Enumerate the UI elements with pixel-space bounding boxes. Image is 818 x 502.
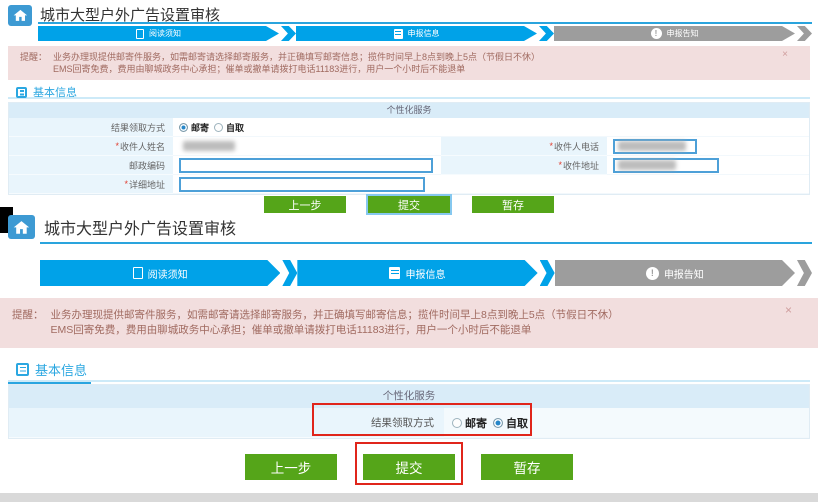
radio-mail-button[interactable] <box>452 418 462 428</box>
step-label: 申报信息 <box>408 28 440 39</box>
step-item-declare-info[interactable]: 申报信息 <box>296 26 554 41</box>
save-draft-button[interactable]: 暂存 <box>481 454 573 480</box>
notice-banner: 提醒： 业务办理现提供邮寄件服务，如需邮寄请选择邮寄服务，并正确填写邮寄信息；揽… <box>0 298 818 348</box>
notice-line-2: EMS回寄免费，费用由聊城政务中心承担；催单或撤单请拨打电话11183进行，用户… <box>51 323 619 338</box>
step-item-declare-notify[interactable]: ! 申报告知 <box>555 260 812 286</box>
basic-info-section-header: 基本信息 <box>8 84 810 99</box>
prev-step-button[interactable]: 上一步 <box>245 454 337 480</box>
radio-mail-option[interactable]: 邮寄 <box>452 415 487 431</box>
title-underline <box>38 22 812 24</box>
notice-line-1: 业务办理现提供邮寄件服务，如需邮寄请选择邮寄服务，并正确填写邮寄信息；揽件时间早… <box>53 51 540 63</box>
recipient-phone-cell <box>607 137 809 156</box>
panel-top-screenshot: 城市大型户外广告设置审核 阅读须知 申报信息 !申报告知 提醒： 业务办理现提供… <box>0 0 818 207</box>
step-label: 申报告知 <box>664 266 704 281</box>
step-label: 申报告知 <box>667 28 699 39</box>
chevron-right-icon <box>539 26 554 41</box>
step-item-read-notice[interactable]: 阅读须知 <box>40 260 297 286</box>
field-label-recipient-name: *收件人姓名 <box>9 137 173 156</box>
result-method-options: 邮寄 自取 <box>444 408 809 438</box>
house-glyph <box>12 8 29 23</box>
blurred-value <box>618 160 676 170</box>
notice-line-1: 业务办理现提供邮寄件服务，如需邮寄请选择邮寄服务，并正确填写邮寄信息；揽件时间早… <box>51 308 619 323</box>
radio-mail-option[interactable]: 邮寄 <box>179 121 209 134</box>
notice-line-2: EMS回寄免费，费用由聊城政务中心承担；催单或撤单请拨打电话11183进行，用户… <box>53 63 540 75</box>
basic-info-table: 个性化服务 结果领取方式 邮寄 自取 *收件人姓名 *收件人电话 邮政编码 *收… <box>8 102 810 195</box>
close-icon[interactable]: × <box>782 50 788 60</box>
document-icon <box>133 267 143 279</box>
field-label-receive-address: *收件地址 <box>441 156 607 175</box>
chevron-right-icon <box>540 260 555 286</box>
home-icon[interactable] <box>8 5 32 26</box>
house-glyph <box>12 219 31 236</box>
step-label: 阅读须知 <box>148 266 188 281</box>
submit-button[interactable]: 提交 <box>363 454 455 480</box>
step-progress-bar: 阅读须知 申报信息 ! 申报告知 <box>40 260 812 286</box>
title-underline <box>40 242 812 244</box>
info-icon: ! <box>651 28 662 39</box>
postal-code-cell <box>173 156 441 175</box>
close-icon[interactable]: × <box>785 304 792 316</box>
bottom-gray-strip <box>0 493 818 502</box>
document-icon <box>136 29 144 39</box>
notice-label: 提醒： <box>20 51 47 75</box>
field-label-postal-code: 邮政编码 <box>9 156 173 175</box>
receive-address-cell <box>607 156 809 175</box>
chevron-right-icon <box>282 260 297 286</box>
radio-pickup-button[interactable] <box>214 123 223 132</box>
recipient-name-field[interactable] <box>173 137 441 156</box>
basic-info-table: 个性化服务 结果领取方式 邮寄 自取 <box>8 384 810 439</box>
table-group-header: 个性化服务 <box>9 385 809 408</box>
form-section-icon <box>16 87 27 98</box>
form-icon <box>394 29 403 39</box>
step-item-declare-notify[interactable]: ! 申报告知 <box>554 26 812 41</box>
field-label-result-method: 结果领取方式 <box>9 408 444 438</box>
radio-pickup-button[interactable] <box>493 418 503 428</box>
postal-code-input[interactable] <box>179 158 433 173</box>
detail-address-input[interactable] <box>179 177 425 192</box>
form-icon <box>389 267 400 279</box>
page-title: 城市大型户外广告设置审核 <box>44 215 236 239</box>
field-label-recipient-phone: *收件人电话 <box>441 137 607 156</box>
step-item-read-notice[interactable]: 阅读须知 <box>38 26 296 41</box>
blurred-value <box>183 141 235 151</box>
field-label-detail-address: *详细地址 <box>9 175 173 194</box>
field-label-result-method: 结果领取方式 <box>9 118 173 137</box>
recipient-phone-input[interactable] <box>613 139 697 154</box>
radio-pickup-option[interactable]: 自取 <box>214 121 244 134</box>
table-group-header: 个性化服务 <box>9 103 809 118</box>
receive-address-input[interactable] <box>613 158 719 173</box>
info-icon: ! <box>646 267 659 280</box>
panel-bottom-screenshot: 城市大型户外广告设置审核 阅读须知 申报信息 ! 申报告知 提醒： 业务办理现提供… <box>0 207 818 502</box>
step-item-declare-info[interactable]: 申报信息 <box>297 260 554 286</box>
chevron-right-icon <box>281 26 296 41</box>
section-title: 基本信息 <box>33 84 77 100</box>
blurred-value <box>618 141 686 151</box>
chevron-right-icon <box>797 26 812 41</box>
chevron-right-icon <box>797 260 812 286</box>
notice-label: 提醒： <box>12 308 44 338</box>
step-label: 阅读须知 <box>149 28 181 39</box>
basic-info-section-header: 基本信息 <box>8 360 810 382</box>
step-progress-bar: 阅读须知 申报信息 ! 申报告知 <box>38 26 812 41</box>
form-section-icon <box>16 363 29 376</box>
radio-pickup-option[interactable]: 自取 <box>493 415 528 431</box>
notice-banner: 提醒： 业务办理现提供邮寄件服务，如需邮寄请选择邮寄服务，并正确填写邮寄信息；揽… <box>8 46 810 80</box>
radio-mail-button[interactable] <box>179 123 188 132</box>
detail-address-cell <box>173 175 809 194</box>
form-action-buttons: 上一步 提交 暂存 <box>8 454 810 480</box>
section-title: 基本信息 <box>35 360 87 379</box>
step-label: 申报信息 <box>405 266 445 281</box>
result-method-options: 邮寄 自取 <box>173 118 809 137</box>
home-icon[interactable] <box>8 215 35 239</box>
